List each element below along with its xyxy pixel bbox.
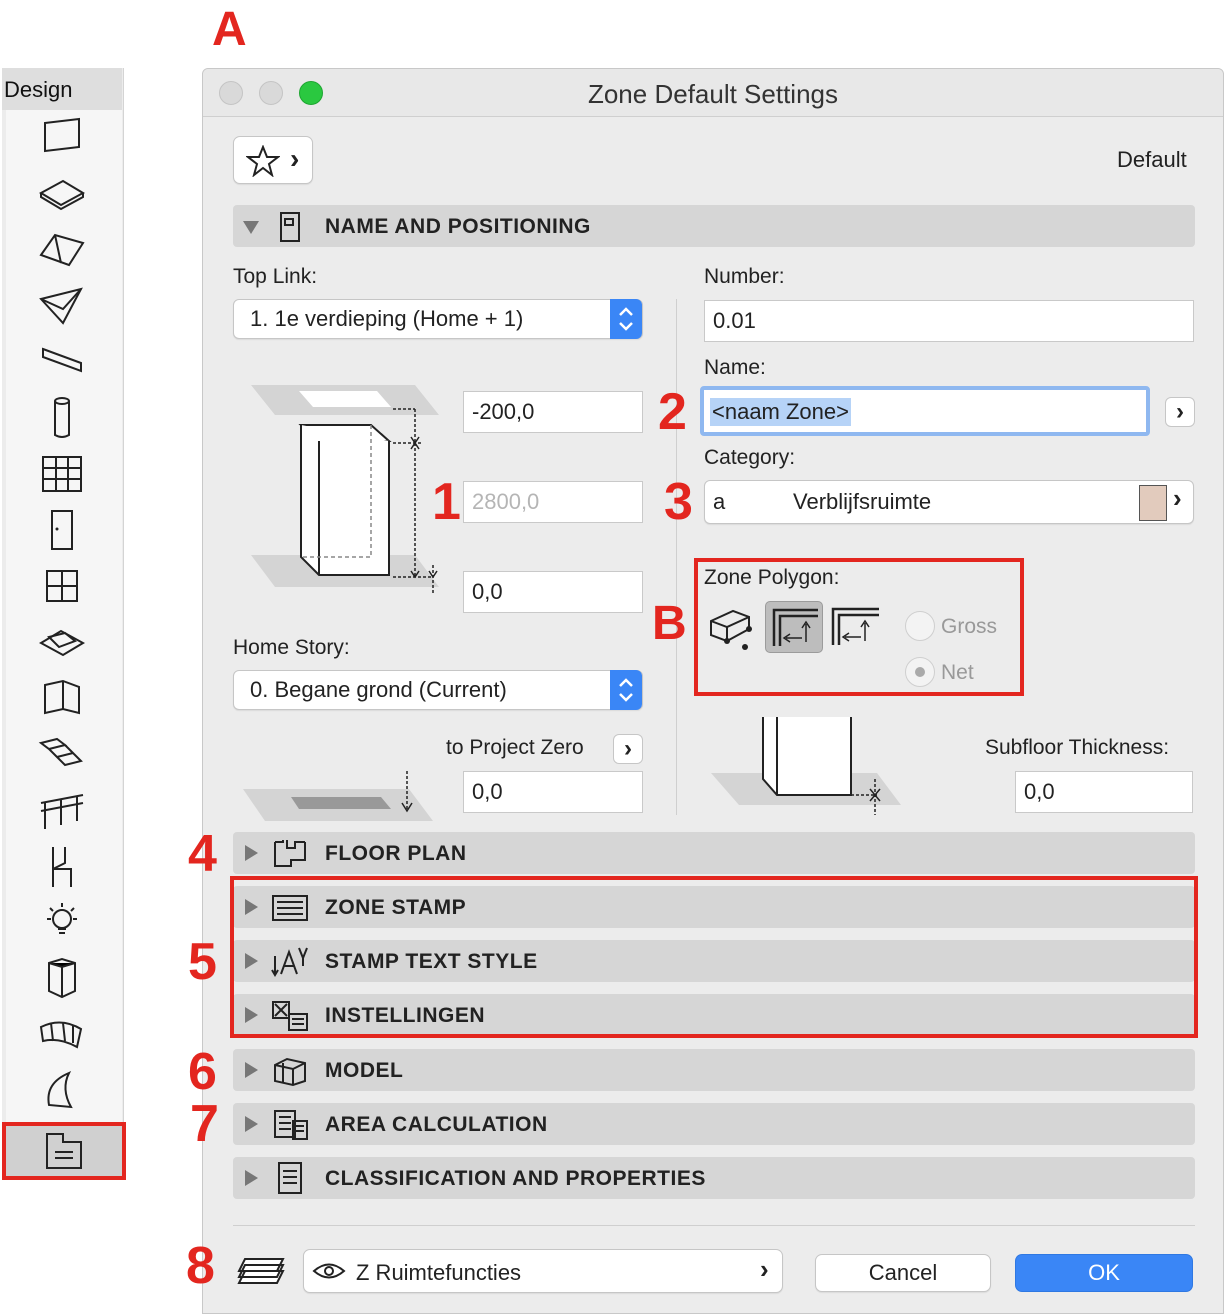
layer-chevron-icon: › [760, 1254, 769, 1284]
title-bar: Zone Default Settings [203, 69, 1223, 117]
mesh-tool-icon[interactable] [4, 1006, 120, 1062]
annotation-box-zone-polygon [694, 558, 1024, 696]
object-tool-icon[interactable] [4, 838, 120, 894]
section-title: AREA CALCULATION [325, 1113, 548, 1136]
popup-arrows-icon [610, 299, 642, 339]
ok-button[interactable]: OK [1015, 1254, 1193, 1292]
category-chevron-icon: › [1173, 483, 1182, 513]
to-project-zero-chevron-button[interactable]: › [613, 734, 643, 764]
window-tool-icon[interactable] [4, 558, 120, 614]
shell-tool-icon[interactable] [4, 278, 120, 334]
annotation-7: 7 [190, 1095, 219, 1153]
annotation-b: B [652, 597, 687, 650]
subfloor-diagram [711, 717, 901, 815]
to-project-zero-label: to Project Zero [446, 736, 584, 759]
zone-number-field[interactable]: 0.01 [704, 300, 1194, 342]
stair-tool-icon[interactable] [4, 726, 120, 782]
project-zero-diagram [243, 771, 433, 821]
bottom-offset-field[interactable]: 0,0 [463, 571, 643, 613]
layer-select[interactable]: Z Ruimtefuncties › [303, 1249, 783, 1293]
section-title: MODEL [325, 1059, 404, 1082]
section-area-calculation[interactable]: AREA CALCULATION [233, 1103, 1195, 1145]
top-offset-field[interactable]: -200,0 [463, 391, 643, 433]
wall-tool-icon[interactable] [4, 110, 120, 166]
subfloor-thickness-field[interactable]: 0,0 [1015, 771, 1193, 813]
annotation-8: 8 [186, 1237, 215, 1295]
slab-tool-icon[interactable] [4, 166, 120, 222]
zone-name-value: <naam Zone> [710, 398, 851, 426]
category-code: a [713, 489, 726, 514]
popup-arrows-icon [610, 670, 642, 710]
star-icon [246, 145, 280, 177]
layer-icon [237, 1258, 285, 1284]
disclosure-closed-icon [245, 1062, 258, 1078]
to-project-zero-field[interactable]: 0,0 [463, 771, 643, 813]
category-select[interactable]: a Verblijfsruimte › [704, 480, 1194, 524]
toolbox-title: Design [2, 68, 122, 110]
section-title: FLOOR PLAN [325, 842, 467, 865]
disclosure-open-icon [243, 221, 259, 234]
zone-tool-icon [46, 1133, 82, 1169]
column-tool-icon[interactable] [4, 390, 120, 446]
annotation-4: 4 [188, 825, 217, 883]
number-label: Number: [704, 265, 785, 288]
zone-height-field[interactable]: 2800,0 [463, 481, 643, 523]
curtain-wall-tool-icon[interactable] [4, 446, 120, 502]
category-name: Verblijfsruimte [793, 489, 932, 514]
top-link-label: Top Link: [233, 265, 318, 288]
cancel-button[interactable]: Cancel [815, 1254, 991, 1292]
zone-height-diagram [251, 385, 439, 593]
layer-value: Z Ruimtefuncties [356, 1260, 522, 1285]
subfloor-thickness-label: Subfloor Thickness: [985, 736, 1170, 759]
column-divider [676, 299, 677, 815]
section-title: CLASSIFICATION AND PROPERTIES [325, 1167, 706, 1190]
top-link-select[interactable]: 1. 1e verdieping (Home + 1) [233, 299, 643, 339]
name-chevron-button[interactable]: › [1165, 397, 1195, 427]
category-label: Category: [704, 446, 796, 469]
footer-separator [233, 1225, 1195, 1226]
floor-plan-icon [274, 840, 306, 867]
disclosure-closed-icon [245, 845, 258, 861]
morph-tool-icon[interactable] [4, 1062, 120, 1118]
section-name-and-positioning[interactable]: NAME AND POSITIONING [233, 205, 1195, 247]
annotation-3: 3 [664, 473, 693, 531]
disclosure-closed-icon [245, 1116, 258, 1132]
beam-tool-icon[interactable] [4, 334, 120, 390]
area-calculation-icon [274, 1110, 308, 1140]
corner-window-tool-icon[interactable] [4, 670, 120, 726]
home-story-select[interactable]: 0. Begane grond (Current) [233, 670, 643, 710]
annotation-2: 2 [658, 383, 687, 441]
default-label: Default [1117, 147, 1187, 172]
skylight-tool-icon[interactable] [4, 614, 120, 670]
section-model[interactable]: MODEL [233, 1049, 1195, 1091]
favorites-chevron-icon: › [290, 143, 300, 174]
favorites-button[interactable]: › [233, 136, 313, 184]
category-color-swatch [1139, 485, 1167, 521]
name-label: Name: [704, 356, 766, 379]
section-floor-plan[interactable]: FLOOR PLAN [233, 832, 1195, 874]
railing-tool-icon[interactable] [4, 782, 120, 838]
annotation-box-stamp-sections [230, 876, 1198, 1038]
roof-tool-icon[interactable] [4, 222, 120, 278]
eye-icon [312, 1263, 346, 1279]
wall-end-tool-icon[interactable] [4, 950, 120, 1006]
zone-name-field[interactable]: <naam Zone> [700, 386, 1150, 436]
model-box-icon [274, 1057, 306, 1087]
annotation-5: 5 [188, 933, 217, 991]
classification-list-icon [278, 1162, 302, 1194]
home-story-label: Home Story: [233, 636, 350, 659]
top-link-value: 1. 1e verdieping (Home + 1) [250, 306, 524, 331]
lamp-tool-icon[interactable] [4, 894, 120, 950]
dialog-title: Zone Default Settings [587, 79, 839, 109]
section-title: NAME AND POSITIONING [325, 215, 591, 238]
section-classification-and-properties[interactable]: CLASSIFICATION AND PROPERTIES [233, 1157, 1195, 1199]
annotation-a: A [212, 3, 247, 56]
zone-name-icon [280, 212, 300, 242]
annotation-1: 1 [432, 473, 461, 531]
disclosure-closed-icon [245, 1170, 258, 1186]
door-tool-icon[interactable] [4, 502, 120, 558]
zone-tool-selected[interactable] [2, 1122, 126, 1180]
home-story-value: 0. Begane grond (Current) [250, 677, 507, 702]
annotation-6: 6 [188, 1043, 217, 1101]
